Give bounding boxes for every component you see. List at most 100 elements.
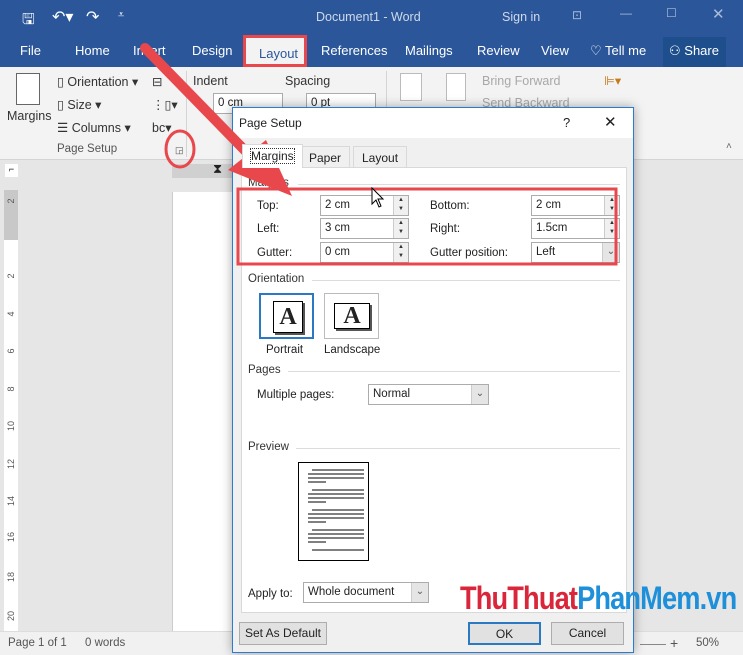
landscape-label: Landscape (324, 344, 381, 356)
customize-toolbar-icon[interactable]: ⩡ (118, 9, 124, 22)
bottom-value: 2 cm (536, 199, 561, 211)
chevron-down-icon[interactable]: ⌄ (411, 583, 428, 602)
wrap-text-icon[interactable] (446, 73, 466, 101)
tab-review[interactable]: Review (477, 43, 520, 58)
gutter-input[interactable]: 0 cm ▲ ▼ (320, 242, 409, 263)
spinner-icon[interactable]: ▲ ▼ (393, 219, 408, 238)
left-value: 3 cm (325, 222, 350, 234)
columns-label: Columns (71, 121, 122, 135)
set-as-default-button[interactable]: Set As Default (239, 622, 327, 645)
tell-me[interactable]: ♡ Tell me (590, 43, 646, 59)
top-margin-input[interactable]: 2 cm ▲ ▼ (320, 195, 409, 216)
share-label: Share (684, 43, 719, 58)
multiple-pages-select[interactable]: Normal ⌄ (368, 384, 489, 405)
dialog-tab-layout[interactable]: Layout (353, 146, 408, 168)
window-title: Document1 - Word (316, 10, 421, 24)
portrait-option[interactable]: A (259, 293, 314, 339)
cancel-button[interactable]: Cancel (551, 622, 624, 645)
spinner-icon[interactable]: ▲ ▼ (393, 243, 408, 262)
dialog-close-icon[interactable]: ✕ (604, 113, 617, 131)
margins-icon (16, 73, 40, 105)
chevron-down-icon[interactable]: ⌄ (602, 243, 619, 262)
position-icon[interactable] (400, 73, 422, 101)
ok-button[interactable]: OK (468, 622, 541, 645)
right-margin-input[interactable]: 1.5cm ▲ ▼ (531, 218, 620, 239)
spinner-icon[interactable]: ▲ ▼ (604, 219, 619, 238)
spinner-icon[interactable]: ▲ ▼ (604, 196, 619, 215)
sign-in-link[interactable]: Sign in (502, 10, 540, 24)
gutter-position-select[interactable]: Left ⌄ (531, 242, 620, 263)
tab-mailings[interactable]: Mailings (405, 43, 453, 58)
zoom-slider[interactable] (640, 644, 666, 645)
landscape-icon: A (334, 303, 370, 329)
section-preview: Preview (248, 441, 289, 453)
ribbon-display-icon[interactable]: ⊡ (572, 8, 582, 22)
page-setup-launcher-icon[interactable]: ◲ (175, 145, 184, 156)
tab-insert[interactable]: Insert (133, 43, 166, 58)
ruler-label: 14 (6, 496, 16, 507)
tab-references[interactable]: References (321, 43, 387, 58)
bottom-margin-input[interactable]: 2 cm ▲ ▼ (531, 195, 620, 216)
multiple-pages-value: Normal (373, 388, 411, 400)
ruler-label: 6 (6, 348, 16, 354)
lightbulb-icon: ♡ (590, 43, 606, 58)
orientation-button[interactable]: ▯ Orientation ▾ (57, 74, 138, 89)
line-numbers-icon[interactable]: ⋮▯▾ (152, 97, 178, 112)
dialog-title: Page Setup (239, 116, 302, 130)
breaks-icon[interactable]: ⊟ (152, 74, 162, 89)
save-icon[interactable]: 🖫 (22, 9, 35, 34)
dialog-tab-paper[interactable]: Paper (300, 146, 351, 168)
chevron-down-icon[interactable]: ⌄ (471, 385, 488, 404)
right-value: 1.5cm (536, 222, 568, 234)
left-label: Left: (257, 223, 280, 235)
undo-icon[interactable]: ↶▾ (52, 7, 73, 27)
gutter-value: 0 cm (325, 246, 350, 258)
bring-forward-button[interactable]: Bring Forward (482, 74, 561, 88)
help-button[interactable]: ? (563, 115, 570, 130)
title-bar: 🖫 ↶▾ ↷ ⩡ Document1 - Word Sign in ⊡ — ☐ … (0, 0, 743, 35)
spinner-icon[interactable]: ▲ ▼ (393, 196, 408, 215)
tell-me-label: Tell me (605, 43, 647, 58)
tab-home[interactable]: Home (75, 43, 110, 58)
indent-marker-icon[interactable]: ⧗ (213, 161, 222, 177)
vertical-ruler[interactable]: 2 2 4 6 8 10 12 14 16 18 20 (4, 190, 18, 631)
portrait-label: Portrait (266, 344, 304, 356)
margins-panel: Margins Top: 2 cm ▲ ▼ Bottom: 2 cm ▲ ▼ Left:… (241, 167, 627, 613)
tab-label: Margins (250, 148, 295, 164)
zoom-in-icon[interactable]: + (670, 635, 678, 651)
page-setup-group-label: Page Setup (57, 143, 118, 155)
multiple-pages-label: Multiple pages: (257, 389, 335, 401)
collapse-ribbon-icon[interactable]: ˄ (726, 141, 732, 152)
section-pages: Pages (248, 364, 281, 376)
share-button[interactable]: ⚇ Share (663, 37, 726, 67)
tab-selector-icon[interactable]: ⌐ (5, 164, 18, 177)
tab-file[interactable]: File (20, 43, 41, 58)
zoom-level[interactable]: 50% (696, 637, 719, 649)
maximize-icon[interactable]: ☐ (666, 6, 677, 20)
section-orientation: Orientation (248, 273, 305, 285)
orientation-label: Orientation (67, 75, 129, 89)
ruler-label: 8 (6, 386, 16, 392)
page-setup-dialog: Page Setup ? ✕ Margins Paper Layout Marg… (232, 107, 634, 653)
tab-layout[interactable]: Layout (243, 35, 307, 67)
size-button[interactable]: ▯ Size ▾ (57, 97, 101, 112)
tab-view[interactable]: View (541, 43, 569, 58)
ruler-label: 4 (6, 311, 16, 317)
word-count[interactable]: 0 words (85, 637, 125, 649)
dialog-tab-margins[interactable]: Margins (242, 144, 303, 168)
apply-to-select[interactable]: Whole document ⌄ (303, 582, 429, 603)
tab-design[interactable]: Design (192, 43, 232, 58)
hyphenation-icon[interactable]: bc▾ (152, 120, 171, 135)
align-icon[interactable]: ⊫▾ (604, 73, 621, 88)
columns-button[interactable]: ☰ Columns ▾ (57, 120, 131, 135)
page-count[interactable]: Page 1 of 1 (8, 637, 67, 649)
redo-icon[interactable]: ↷ (86, 7, 99, 27)
ruler-label: 12 (6, 459, 16, 470)
landscape-option[interactable]: A (324, 293, 379, 339)
margins-button[interactable]: Margins (7, 109, 51, 123)
right-label: Right: (430, 223, 461, 235)
close-icon[interactable]: ✕ (712, 5, 725, 23)
minimize-icon[interactable]: — (620, 6, 632, 20)
left-margin-input[interactable]: 3 cm ▲ ▼ (320, 218, 409, 239)
ruler-label: 20 (6, 611, 16, 622)
